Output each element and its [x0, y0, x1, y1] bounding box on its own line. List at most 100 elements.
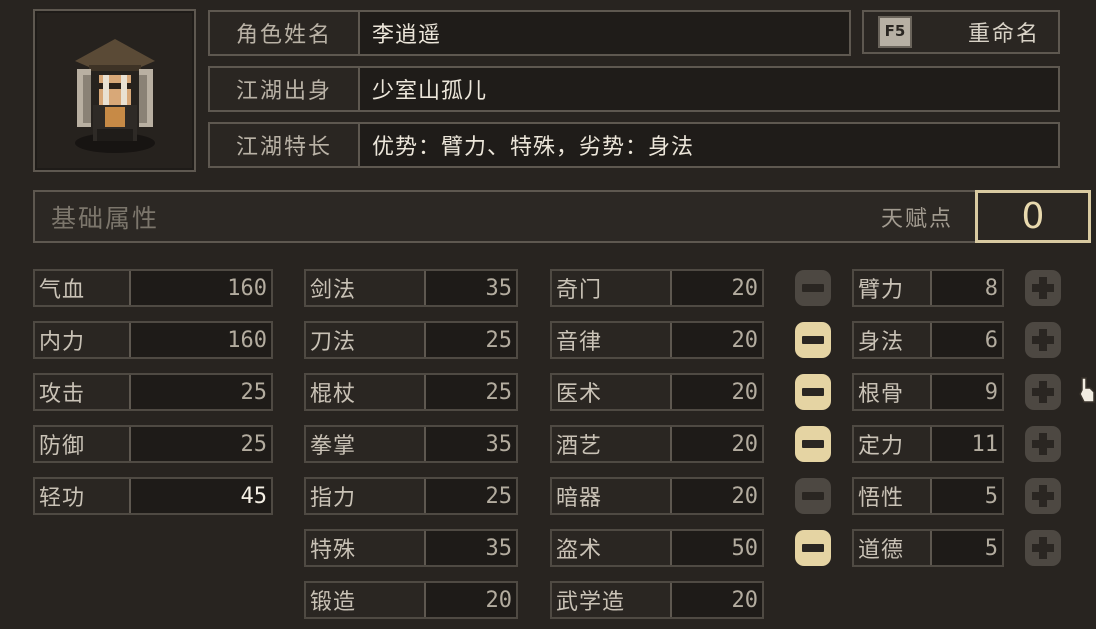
specialty-row: 江湖特长 优势：臂力、特殊，劣势：身法: [208, 122, 1060, 168]
base-attributes-bar: 基础属性 天赋点 0: [33, 190, 1091, 243]
skill-hidden-weapon: 暗器 20: [550, 477, 764, 515]
character-portrait: [33, 9, 196, 172]
skill-special: 特殊 35: [304, 529, 518, 567]
talent-insight: 悟性 5: [852, 477, 1004, 515]
skill-forging: 锻造 20: [304, 581, 518, 619]
specialty-label: 江湖特长: [210, 124, 360, 166]
origin-value: 少室山孤儿: [372, 79, 488, 104]
stat-value: 50: [731, 535, 759, 561]
stat-hp: 气血 160: [33, 269, 273, 307]
talent-focus: 定力 11: [852, 425, 1004, 463]
stat-value: 20: [731, 379, 759, 405]
skill-finger: 指力 25: [304, 477, 518, 515]
stat-label: 轻功: [35, 479, 131, 513]
stat-label: 武学造: [552, 583, 672, 617]
name-row: 角色姓名 李逍遥: [208, 10, 851, 56]
stat-label: 刀法: [306, 323, 426, 357]
stat-value: 8: [984, 275, 998, 301]
minus-icon[interactable]: [795, 530, 831, 566]
stat-label: 悟性: [854, 479, 932, 513]
stat-label: 奇门: [552, 271, 672, 305]
talent-strength: 臂力 8: [852, 269, 1004, 307]
stat-agility: 轻功 45: [33, 477, 273, 515]
origin-label: 江湖出身: [210, 68, 360, 110]
skill-music: 音律 20: [550, 321, 764, 359]
stat-value: 25: [485, 327, 513, 353]
stat-value: 20: [731, 587, 759, 613]
stat-value: 35: [485, 535, 513, 561]
minus-icon[interactable]: [795, 322, 831, 358]
stat-value: 20: [731, 327, 759, 353]
stat-value: 20: [485, 587, 513, 613]
stat-value: 45: [240, 483, 268, 509]
stat-value: 9: [984, 379, 998, 405]
stat-value: 35: [485, 275, 513, 301]
talent-morality: 道德 5: [852, 529, 1004, 567]
minus-icon[interactable]: [795, 270, 831, 306]
stat-label: 道德: [854, 531, 932, 565]
stat-label: 拳掌: [306, 427, 426, 461]
stat-value: 11: [971, 431, 999, 457]
talent-points-label: 天赋点: [880, 206, 953, 232]
stat-label: 攻击: [35, 375, 131, 409]
stat-label: 锻造: [306, 583, 426, 617]
plus-icon[interactable]: [1025, 530, 1061, 566]
talent-agility: 身法 6: [852, 321, 1004, 359]
stat-value: 5: [984, 535, 998, 561]
skill-sword: 剑法 35: [304, 269, 518, 307]
stat-label: 医术: [552, 375, 672, 409]
stat-value: 20: [731, 431, 759, 457]
stat-label: 盗术: [552, 531, 672, 565]
character-sprite: [75, 39, 155, 153]
rename-button[interactable]: F5 重命名: [862, 10, 1060, 54]
stat-label: 剑法: [306, 271, 426, 305]
base-attributes-title: 基础属性: [51, 203, 160, 233]
plus-icon[interactable]: [1025, 322, 1061, 358]
skill-fist: 拳掌 35: [304, 425, 518, 463]
stat-label: 暗器: [552, 479, 672, 513]
stat-label: 酒艺: [552, 427, 672, 461]
minus-icon[interactable]: [795, 478, 831, 514]
rename-label: 重命名: [967, 22, 1040, 47]
stat-value: 25: [485, 483, 513, 509]
stat-label: 气血: [35, 271, 131, 305]
skill-martial-study: 武学造 20: [550, 581, 764, 619]
stat-value: 25: [240, 379, 268, 405]
stat-attack: 攻击 25: [33, 373, 273, 411]
stat-label: 音律: [552, 323, 672, 357]
minus-icon[interactable]: [795, 374, 831, 410]
stat-value: 35: [485, 431, 513, 457]
f5-key-icon: F5: [878, 16, 912, 48]
stat-label: 内力: [35, 323, 131, 357]
plus-icon[interactable]: [1025, 478, 1061, 514]
skill-theft: 盗术 50: [550, 529, 764, 567]
stat-defense: 防御 25: [33, 425, 273, 463]
stat-label: 特殊: [306, 531, 426, 565]
stat-label: 身法: [854, 323, 932, 357]
hand-cursor-icon: [1079, 377, 1095, 403]
skill-wine: 酒艺 20: [550, 425, 764, 463]
stat-label: 指力: [306, 479, 426, 513]
stat-value: 160: [227, 275, 267, 301]
skill-blade: 刀法 25: [304, 321, 518, 359]
name-value: 李逍遥: [372, 23, 442, 48]
stat-label: 根骨: [854, 375, 932, 409]
talent-points-value: 0: [975, 190, 1091, 243]
specialty-value: 优势：臂力、特殊，劣势：身法: [372, 135, 695, 160]
plus-icon[interactable]: [1025, 426, 1061, 462]
stat-label: 臂力: [854, 271, 932, 305]
skill-medicine: 医术 20: [550, 373, 764, 411]
stat-value: 20: [731, 483, 759, 509]
stat-value: 5: [984, 483, 998, 509]
stat-label: 棍杖: [306, 375, 426, 409]
stat-label: 定力: [854, 427, 932, 461]
stat-mp: 内力 160: [33, 321, 273, 359]
stat-value: 160: [227, 327, 267, 353]
plus-icon[interactable]: [1025, 270, 1061, 306]
stat-value: 20: [731, 275, 759, 301]
minus-icon[interactable]: [795, 426, 831, 462]
plus-icon[interactable]: [1025, 374, 1061, 410]
stat-value: 6: [984, 327, 998, 353]
talent-constitution: 根骨 9: [852, 373, 1004, 411]
stat-value: 25: [240, 431, 268, 457]
